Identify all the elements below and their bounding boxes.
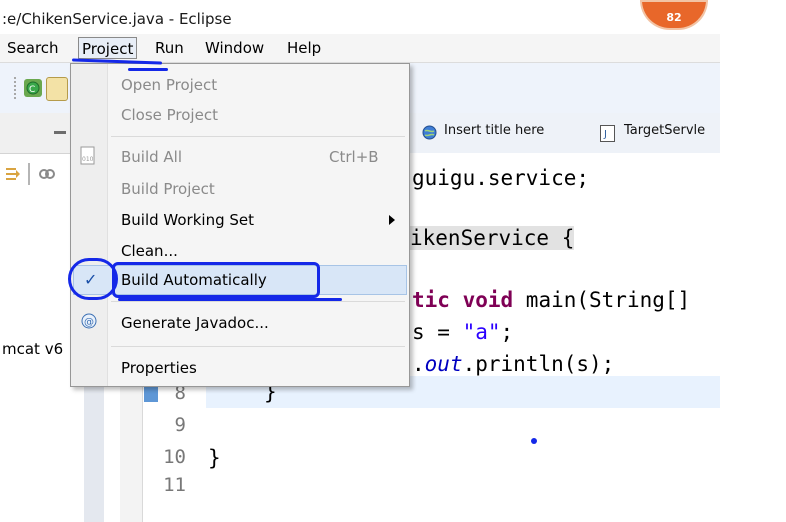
line-number: 9 (174, 414, 186, 436)
menu-item-properties[interactable]: Properties (107, 353, 407, 383)
menu-project[interactable]: Project (78, 37, 138, 59)
editor-tab-bar: Insert title here J TargetServle (410, 113, 720, 154)
tab-insert-title[interactable]: Insert title here (444, 123, 544, 138)
menu-item-build-project[interactable]: Build Project (107, 174, 407, 204)
line-number: 10 (163, 446, 186, 468)
code-line-main: tic void main(String[] (412, 288, 690, 312)
menu-icon-strip (71, 64, 108, 386)
code-line-package: guigu.service; (412, 166, 590, 190)
string-literal: "a" (462, 320, 501, 344)
field-out: out (424, 352, 463, 376)
build-all-shortcut: Ctrl+B (329, 148, 379, 166)
window-title: :e/ChikenService.java - Eclipse (2, 10, 232, 28)
link-editor-icon[interactable] (38, 165, 56, 183)
pane-divider (28, 163, 30, 185)
code-line-println: .out.println(s); (412, 352, 614, 376)
assign-lhs: s = (412, 320, 463, 344)
annotation-circle-checkmark (68, 258, 118, 300)
server-label[interactable]: mcat v6 (2, 340, 63, 358)
badge-count: 82 (666, 11, 682, 24)
submenu-arrow-icon (389, 215, 395, 225)
menu-item-build-working-set[interactable]: Build Working Set (107, 205, 407, 235)
new-class-icon[interactable]: C (24, 79, 42, 97)
menu-help[interactable]: Help (284, 37, 324, 59)
minimize-icon[interactable] (54, 131, 66, 134)
println-call: .println(s); (462, 352, 615, 376)
println-dot: . (412, 352, 425, 376)
code-line-assign: s = "a"; (412, 320, 513, 344)
svg-text:C: C (29, 85, 35, 95)
java-file-icon: J (600, 125, 615, 142)
globe-icon (422, 125, 437, 140)
toolbar-grip (14, 77, 18, 99)
annotation-box-build-automatically (112, 262, 320, 298)
keyword-static: tic (412, 288, 463, 312)
collapse-all-icon[interactable] (4, 165, 22, 183)
keyword-void: void (462, 288, 514, 312)
build-all-icon: 010 (80, 146, 96, 166)
menu-search[interactable]: Search (4, 37, 62, 59)
javadoc-icon: @ (80, 312, 98, 330)
annotation-dot (531, 438, 537, 444)
main-signature: main(String[] (513, 288, 691, 312)
annotation-underline-stroke (128, 68, 168, 71)
project-menu: Open Project Close Project 010 Build All… (70, 63, 410, 387)
class-name-highlight: ikenService { (410, 226, 575, 250)
menu-separator (111, 301, 405, 302)
svg-text:010: 010 (82, 156, 94, 163)
menu-separator (111, 346, 405, 347)
title-bar: :e/ChikenService.java - Eclipse (0, 0, 720, 34)
line-number: 11 (163, 474, 186, 496)
pencil-icon[interactable] (46, 77, 68, 101)
code-line-class: ikenService { (410, 226, 575, 250)
menu-separator (111, 136, 405, 137)
menu-item-open-project[interactable]: Open Project (107, 70, 407, 100)
svg-text:@: @ (84, 317, 94, 328)
code-line-brace-outer: } (208, 446, 221, 470)
assign-end: ; (500, 320, 514, 344)
annotation-underline-build-automatically (118, 298, 342, 301)
menu-window[interactable]: Window (202, 37, 267, 59)
menu-item-close-project[interactable]: Close Project (107, 100, 407, 130)
svg-text:J: J (603, 129, 607, 140)
menu-item-generate-javadoc[interactable]: Generate Javadoc... (107, 308, 407, 338)
tab-target-servlet[interactable]: TargetServle (624, 123, 705, 138)
menu-bar: Search Project Run Window Help (0, 34, 720, 63)
menu-run[interactable]: Run (152, 37, 187, 59)
